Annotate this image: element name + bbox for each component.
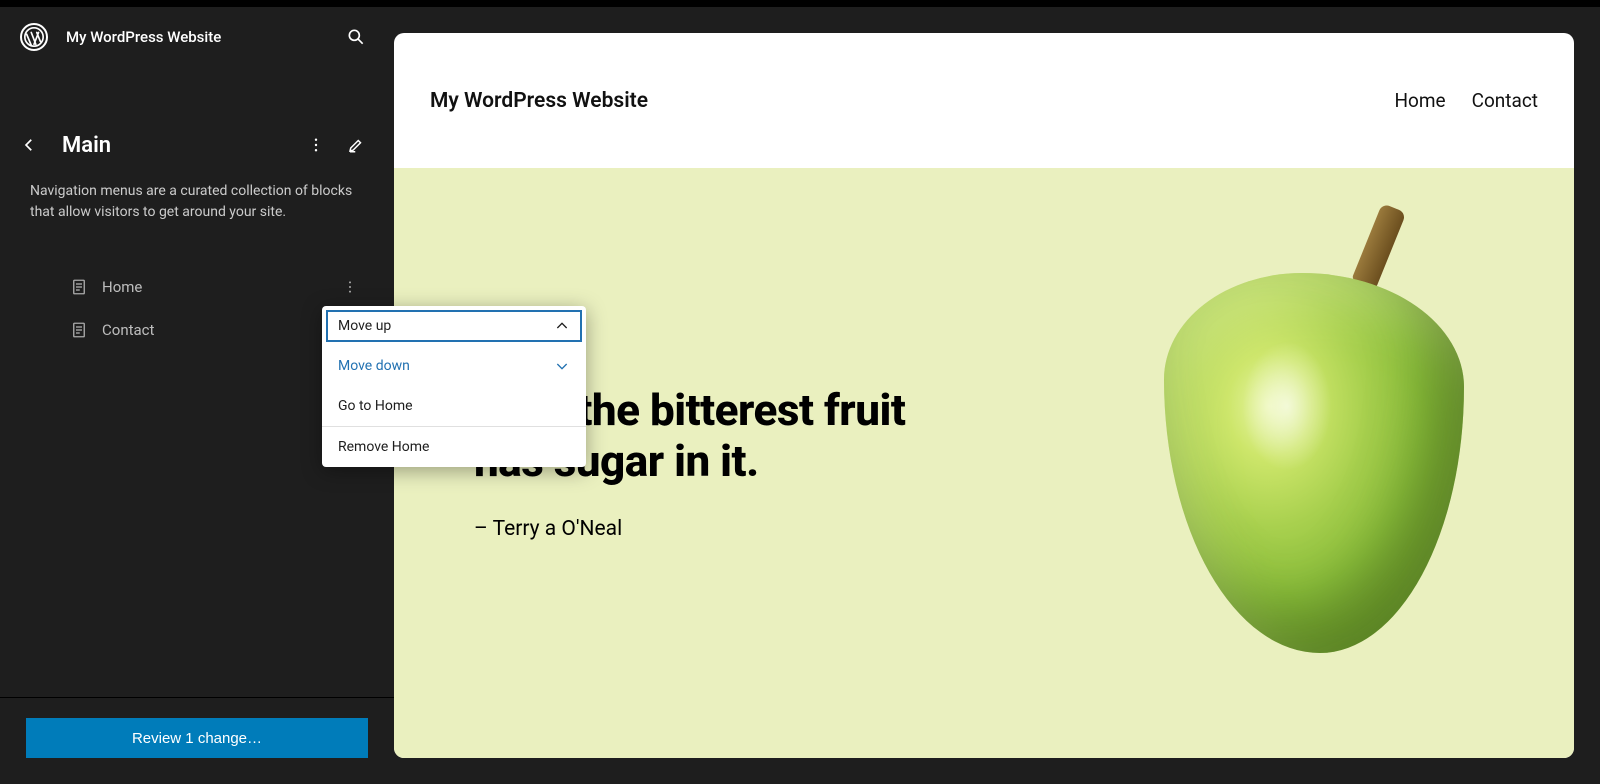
site-nav-home[interactable]: Home (1394, 89, 1445, 112)
panel-title: Main (62, 133, 111, 158)
chevron-up-icon (554, 318, 570, 334)
quote-citation: – Terry a O'Neal (474, 517, 905, 541)
dropdown-remove[interactable]: Remove Home (322, 427, 586, 467)
site-nav: Home Contact (1394, 89, 1538, 112)
heading-actions (298, 127, 374, 163)
dropdown-go-to[interactable]: Go to Home (322, 386, 586, 426)
review-changes-button[interactable]: Review 1 change… (26, 718, 368, 758)
hero-image (1164, 273, 1464, 653)
nav-item-dropdown: Move up Move down Go to Home Remove Home (322, 306, 586, 467)
panel-description: Navigation menus are a curated collectio… (0, 163, 394, 223)
dropdown-label: Go to Home (338, 398, 413, 414)
nav-item-home[interactable]: Home (0, 263, 394, 311)
chevron-left-icon (20, 136, 38, 154)
dropdown-move-up[interactable]: Move up (322, 306, 586, 346)
app-root: My WordPress Website Main Navigation men… (0, 7, 1600, 784)
wordpress-logo-icon[interactable] (20, 23, 48, 51)
sidebar-heading-row: Main (0, 127, 394, 163)
chevron-down-icon (554, 358, 570, 374)
sidebar-topbar: My WordPress Website (0, 7, 394, 67)
site-name[interactable]: My WordPress Website (66, 28, 221, 46)
sidebar-divider (0, 697, 394, 698)
site-header: My WordPress Website Home Contact (394, 33, 1574, 168)
dropdown-label: Move up (338, 318, 391, 334)
nav-item-label: Contact (102, 321, 154, 339)
site-nav-contact[interactable]: Contact (1472, 89, 1538, 112)
site-title[interactable]: My WordPress Website (430, 89, 648, 113)
more-vertical-icon (342, 279, 358, 295)
page-icon (70, 278, 88, 296)
pencil-icon (347, 136, 365, 154)
pear-icon (1164, 273, 1464, 653)
nav-item-actions[interactable] (336, 273, 364, 301)
search-icon (346, 27, 366, 47)
dropdown-label: Remove Home (338, 439, 429, 455)
page-icon (70, 321, 88, 339)
back-button[interactable] (20, 136, 48, 154)
dropdown-move-down[interactable]: Move down (322, 346, 586, 386)
edit-button[interactable] (338, 127, 374, 163)
search-button[interactable] (338, 19, 374, 55)
nav-item-label: Home (102, 278, 142, 296)
more-vertical-icon (307, 136, 325, 154)
more-options-button[interactable] (298, 127, 334, 163)
sidebar-footer: Review 1 change… (0, 698, 394, 784)
dropdown-label: Move down (338, 358, 410, 374)
pear-stalk-icon (1352, 203, 1407, 289)
